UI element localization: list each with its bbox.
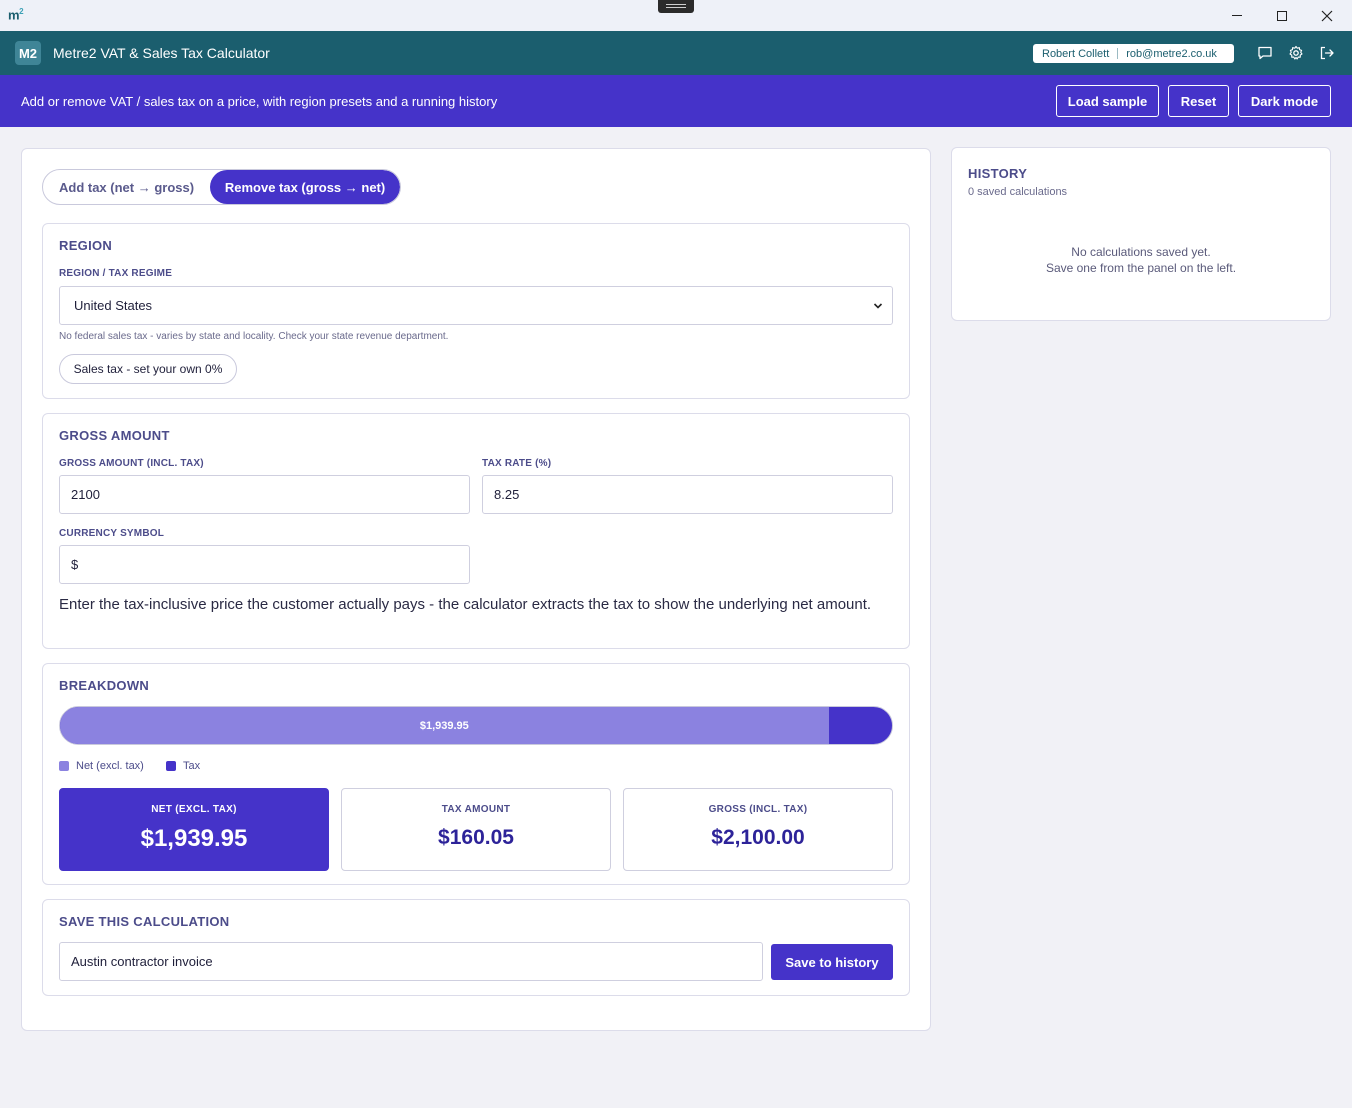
empty-message: No calculations saved yet. <box>1071 245 1211 259</box>
reset-button[interactable]: Reset <box>1168 85 1229 117</box>
legend-label: Net (excl. tax) <box>76 760 144 772</box>
legend-net: Net (excl. tax) <box>59 760 144 772</box>
chevron-down-icon <box>873 303 883 309</box>
app-header: M2 Metre2 VAT & Sales Tax Calculator Rob… <box>0 31 1352 75</box>
close-icon <box>1321 10 1333 21</box>
settings-icon[interactable] <box>1287 44 1305 62</box>
divider <box>1117 48 1119 59</box>
chat-icon[interactable] <box>1256 44 1274 62</box>
region-selected-value: United States <box>74 298 153 313</box>
net-amount-card: NET (EXCL. TAX) $1,939.95 <box>59 788 329 871</box>
section-title: REGION <box>59 238 113 253</box>
net-bar-segment: $1,939.95 <box>60 707 829 744</box>
app-title: Metre2 VAT & Sales Tax Calculator <box>53 45 270 61</box>
breakdown-section: BREAKDOWN $1,939.95 Net (excl. tax) Tax … <box>42 663 910 885</box>
tax-rate-chip[interactable]: Sales tax - set your own 0% <box>59 354 237 384</box>
net-amount-value: $1,939.95 <box>140 825 248 852</box>
minimize-button[interactable] <box>1214 0 1260 31</box>
stat-label: TAX AMOUNT <box>441 804 511 815</box>
tax-rate-input[interactable]: 8.25 <box>482 475 893 514</box>
history-title: HISTORY <box>968 166 1028 181</box>
app-logo-icon: m2 <box>8 7 24 23</box>
save-section: SAVE THIS CALCULATION Austin contractor … <box>42 899 910 996</box>
legend-label: Tax <box>183 760 201 772</box>
toolbar-banner: Add or remove VAT / sales tax on a price… <box>0 75 1352 127</box>
user-email: rob@metre2.co.uk <box>1126 47 1217 60</box>
load-sample-button[interactable]: Load sample <box>1056 85 1159 117</box>
history-panel: HISTORY 0 saved calculations No calculat… <box>951 147 1331 321</box>
maximize-icon <box>1277 10 1287 21</box>
section-title: GROSS AMOUNT <box>59 428 170 443</box>
banner-description: Add or remove VAT / sales tax on a price… <box>21 94 498 109</box>
maximize-button[interactable] <box>1259 0 1305 31</box>
add-tax-tab[interactable]: Add tax (net → gross) <box>43 170 210 204</box>
legend-tax: Tax <box>166 760 200 772</box>
section-title: SAVE THIS CALCULATION <box>59 914 230 929</box>
user-name: Robert Collett <box>1042 47 1110 60</box>
drag-handle[interactable] <box>658 0 694 13</box>
tax-amount-card: TAX AMOUNT $160.05 <box>341 788 611 871</box>
section-title: BREAKDOWN <box>59 678 150 693</box>
empty-hint: Save one from the panel on the left. <box>1045 261 1237 275</box>
history-count: 0 saved calculations <box>968 186 1068 198</box>
remove-tax-tab[interactable]: Remove tax (gross → net) <box>210 170 400 204</box>
save-to-history-button[interactable]: Save to history <box>771 944 893 980</box>
calculation-name-input[interactable]: Austin contractor invoice <box>59 942 763 981</box>
breakdown-bar: $1,939.95 <box>59 706 893 745</box>
user-pill[interactable]: Robert Collett rob@metre2.co.uk <box>1033 44 1234 63</box>
gross-amount-card: GROSS (INCL. TAX) $2,100.00 <box>623 788 893 871</box>
history-empty-state: No calculations saved yet. Save one from… <box>952 244 1330 276</box>
logout-icon[interactable] <box>1318 44 1336 62</box>
stat-label: GROSS (INCL. TAX) <box>708 804 808 815</box>
dark-mode-button[interactable]: Dark mode <box>1238 85 1331 117</box>
net-bar-label: $1,939.95 <box>419 719 469 732</box>
gross-amount-section: GROSS AMOUNT GROSS AMOUNT (INCL. TAX) 21… <box>42 413 910 649</box>
minimize-icon <box>1232 15 1242 16</box>
stat-label: NET (EXCL. TAX) <box>151 804 237 815</box>
field-label: CURRENCY SYMBOL <box>59 528 165 539</box>
field-label: TAX RATE (%) <box>482 458 552 469</box>
app-badge: M2 <box>15 41 41 65</box>
region-hint: No federal sales tax - varies by state a… <box>59 331 449 342</box>
gross-amount-value: $2,100.00 <box>711 826 805 849</box>
legend-swatch-net <box>59 761 69 771</box>
field-label: GROSS AMOUNT (INCL. TAX) <box>59 458 204 469</box>
gross-amount-input[interactable]: 2100 <box>59 475 470 514</box>
window-titlebar: m2 <box>0 0 1352 31</box>
region-select[interactable]: United States <box>59 286 893 325</box>
close-button[interactable] <box>1304 0 1350 31</box>
calculator-panel: Add tax (net → gross) Remove tax (gross … <box>21 148 931 1031</box>
field-label: REGION / TAX REGIME <box>59 268 173 279</box>
region-section: REGION REGION / TAX REGIME United States… <box>42 223 910 399</box>
gross-description: Enter the tax-inclusive price the custom… <box>59 596 872 613</box>
legend-swatch-tax <box>166 761 176 771</box>
tax-amount-value: $160.05 <box>438 826 514 849</box>
currency-symbol-input[interactable]: $ <box>59 545 470 584</box>
mode-toggle: Add tax (net → gross) Remove tax (gross … <box>42 169 401 205</box>
